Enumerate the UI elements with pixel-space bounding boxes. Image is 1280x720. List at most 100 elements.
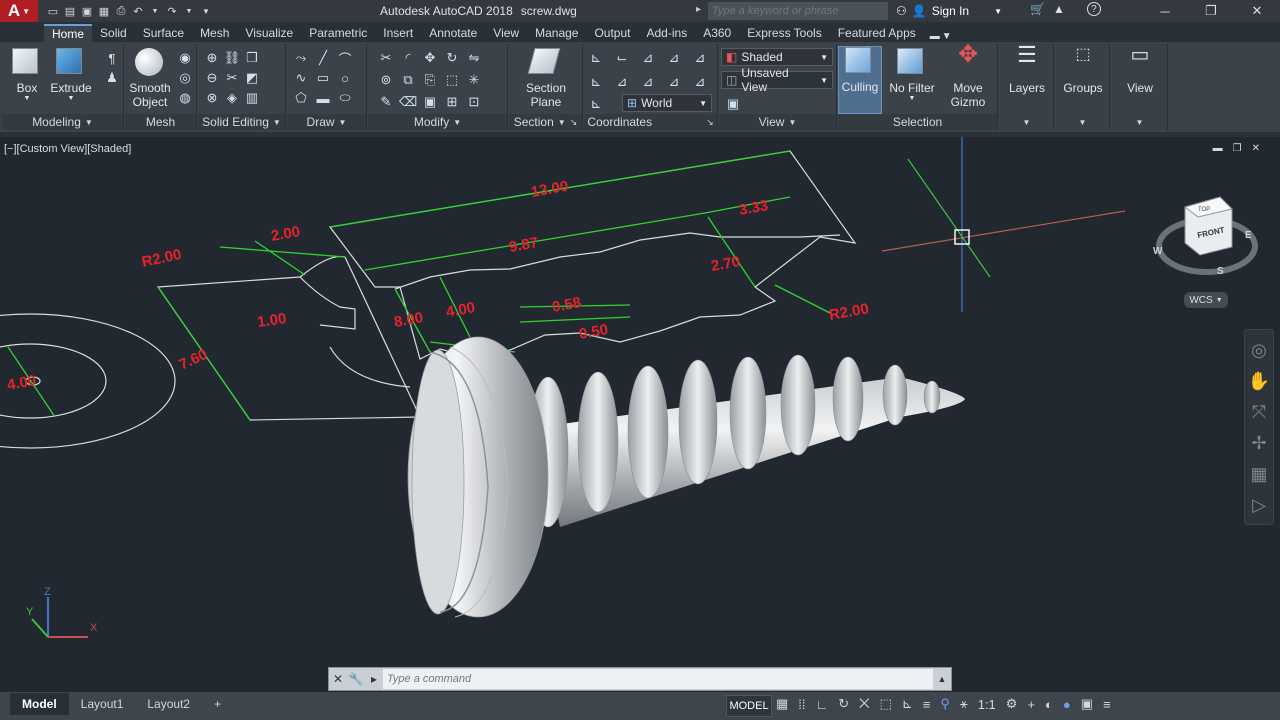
copy-icon[interactable]: ⎘ (422, 72, 438, 88)
minimize-icon[interactable]: ─ (1142, 0, 1188, 22)
search-box[interactable] (708, 2, 888, 20)
ucs-view-icon[interactable]: ⊿ (692, 74, 708, 90)
rotate-icon[interactable]: ↻ (444, 50, 460, 66)
ucs-world-dropdown[interactable]: ⊞ World ▼ (622, 94, 712, 112)
panel-expand[interactable]: ▼ (1000, 114, 1053, 130)
command-close-icon[interactable]: ✕ (329, 668, 347, 690)
help-icon[interactable]: ? (1086, 2, 1101, 16)
named-view-dropdown[interactable]: ◫ Unsaved View ▼ (721, 66, 833, 94)
panel-title[interactable]: Mesh (125, 114, 196, 130)
auto-scale-icon[interactable]: ⚹ (960, 696, 968, 712)
close-icon[interactable]: ✕ (1234, 0, 1280, 22)
fillet-icon[interactable]: ◜ (400, 50, 416, 66)
settings-icon[interactable]: ⚙ (1006, 696, 1018, 712)
wcs-menu[interactable]: WCS ▼ (1184, 292, 1228, 308)
sign-in-button[interactable]: ⚇ 👤 Sign In ▼ (896, 2, 1026, 20)
annotation-visibility-icon[interactable]: ⚲ (940, 696, 950, 712)
layers-button[interactable]: ☰ Layers (1002, 44, 1052, 96)
customize-icon[interactable]: ≡ (1103, 697, 1111, 712)
save-icon[interactable]: ▣ (80, 4, 94, 18)
cart-icon[interactable]: 🛒 (1030, 2, 1045, 16)
panel-title[interactable]: Modify ▼ (368, 114, 507, 130)
ucs-y-icon[interactable]: ⊿ (666, 50, 682, 66)
new-file-icon[interactable]: ▭ (46, 4, 60, 18)
dialog-launcher-icon[interactable]: ↘ (706, 117, 714, 128)
ucs-object-icon[interactable]: ⊿ (640, 74, 656, 90)
tab-output[interactable]: Output (586, 24, 638, 42)
ellipse-icon[interactable]: ⬭ (337, 90, 353, 106)
model-space-button[interactable]: MODEL (726, 695, 772, 717)
tab-view[interactable]: View (485, 24, 527, 42)
redo-icon[interactable]: ↷ (165, 4, 179, 18)
region-icon[interactable]: ▬ (315, 90, 331, 106)
erase-icon[interactable]: ⌫ (399, 94, 417, 110)
command-history-icon[interactable]: ▲ (933, 668, 951, 690)
view-button[interactable]: ▭ View (1115, 45, 1165, 95)
smooth-less-icon[interactable]: ◎ (177, 70, 193, 86)
snap-icon[interactable]: ⁞⁞ (798, 697, 805, 712)
visual-style-dropdown[interactable]: ◧ Shaded ▼ (721, 48, 833, 66)
redo-dropdown-icon[interactable]: ▼ (182, 4, 196, 18)
tab-a360[interactable]: A360 (695, 24, 739, 42)
arc-icon[interactable]: ⌒ (337, 50, 353, 67)
refine-mesh-icon[interactable]: ◍ (177, 90, 193, 106)
slice-icon[interactable]: ✂ (224, 70, 240, 86)
panel-title[interactable]: View ▼ (719, 114, 836, 130)
ucs-face-icon[interactable]: ⊿ (666, 74, 682, 90)
pan-icon[interactable]: ✋ (1248, 371, 1270, 392)
dialog-launcher-icon[interactable]: ↘ (570, 117, 578, 128)
intersect-icon[interactable]: ⊗ (204, 90, 220, 106)
panel-title[interactable]: Solid Editing ▼ (198, 114, 285, 130)
stretch-icon[interactable]: ▣ (422, 94, 438, 110)
rectangle-icon[interactable]: ▭ (315, 70, 331, 86)
explode-icon[interactable]: ✳ (466, 72, 482, 88)
tab-home[interactable]: Home (44, 24, 93, 42)
ucs-z-icon[interactable]: ⊿ (692, 50, 708, 66)
shell-icon[interactable]: ▥ (244, 90, 260, 106)
application-menu-button[interactable]: A ▼ (0, 0, 38, 22)
subtract-icon[interactable]: ⊖ (204, 70, 220, 86)
command-input[interactable] (383, 669, 933, 689)
polyline-icon[interactable]: ⤳ (293, 50, 309, 66)
search-expand-icon[interactable]: ▸ (696, 4, 701, 15)
showmotion-icon[interactable]: ▦ (1250, 464, 1267, 485)
scale-icon[interactable]: ⬚ (444, 72, 460, 88)
tab-featured-apps[interactable]: Featured Apps (830, 24, 924, 42)
circle-icon[interactable]: ○ (337, 70, 353, 86)
viewcube-top-label[interactable]: TOP (1198, 207, 1210, 213)
array-icon[interactable]: ⧉ (400, 72, 416, 88)
a360-icon[interactable]: ▲ (1053, 2, 1065, 16)
spline-icon[interactable]: ∿ (293, 70, 309, 86)
ribbon-options-button[interactable]: ▬ ▼ (924, 31, 958, 42)
ucs-origin-icon[interactable]: ⊾ (588, 74, 604, 90)
navbar-menu-icon[interactable]: ▷ (1252, 495, 1266, 516)
customize-toolbar-icon[interactable]: ▼ (199, 4, 213, 18)
tab-insert[interactable]: Insert (375, 24, 421, 42)
tab-express-tools[interactable]: Express Tools (739, 24, 829, 42)
panel-title[interactable]: Modeling ▼ (2, 114, 123, 130)
join-icon[interactable]: ⊡ (466, 94, 482, 110)
panel-expand[interactable]: ▼ (1056, 114, 1109, 130)
extrude-button[interactable]: Extrude ▼ (46, 48, 96, 103)
ucs-x-icon[interactable]: ⊿ (640, 50, 656, 66)
trim-icon[interactable]: ✂ (378, 50, 394, 66)
layout-tab-layout2[interactable]: Layout2 (135, 693, 203, 715)
panel-title[interactable]: Section ▼ ↘ (509, 114, 582, 130)
command-prompt-icon[interactable]: ▸ (365, 668, 383, 690)
smooth-object-button[interactable]: Smooth Object (125, 48, 175, 109)
tab-manage[interactable]: Manage (527, 24, 586, 42)
edit-icon[interactable]: ✎ (378, 94, 394, 110)
separate-icon[interactable]: ❒ (244, 50, 260, 66)
tab-mesh[interactable]: Mesh (192, 24, 237, 42)
grid-icon[interactable]: ▦ (776, 696, 788, 712)
align-icon[interactable]: ⊞ (444, 94, 460, 110)
dynamic-ucs-icon[interactable]: ⊾ (902, 696, 913, 712)
tab-surface[interactable]: Surface (135, 24, 192, 42)
isolate-icon[interactable]: ◐ (1045, 697, 1053, 712)
drawing-viewport[interactable]: [−][Custom View][Shaded] ▬ ❐ ✕ 13.00 2.0… (0, 137, 1280, 692)
hardware-acceleration-icon[interactable]: ● (1063, 697, 1071, 712)
smooth-more-icon[interactable]: ◉ (177, 50, 193, 66)
viewport-config-icon[interactable]: ▣ (725, 96, 741, 112)
tab-annotate[interactable]: Annotate (421, 24, 485, 42)
extrude-faces-icon[interactable]: ◩ (244, 70, 260, 86)
